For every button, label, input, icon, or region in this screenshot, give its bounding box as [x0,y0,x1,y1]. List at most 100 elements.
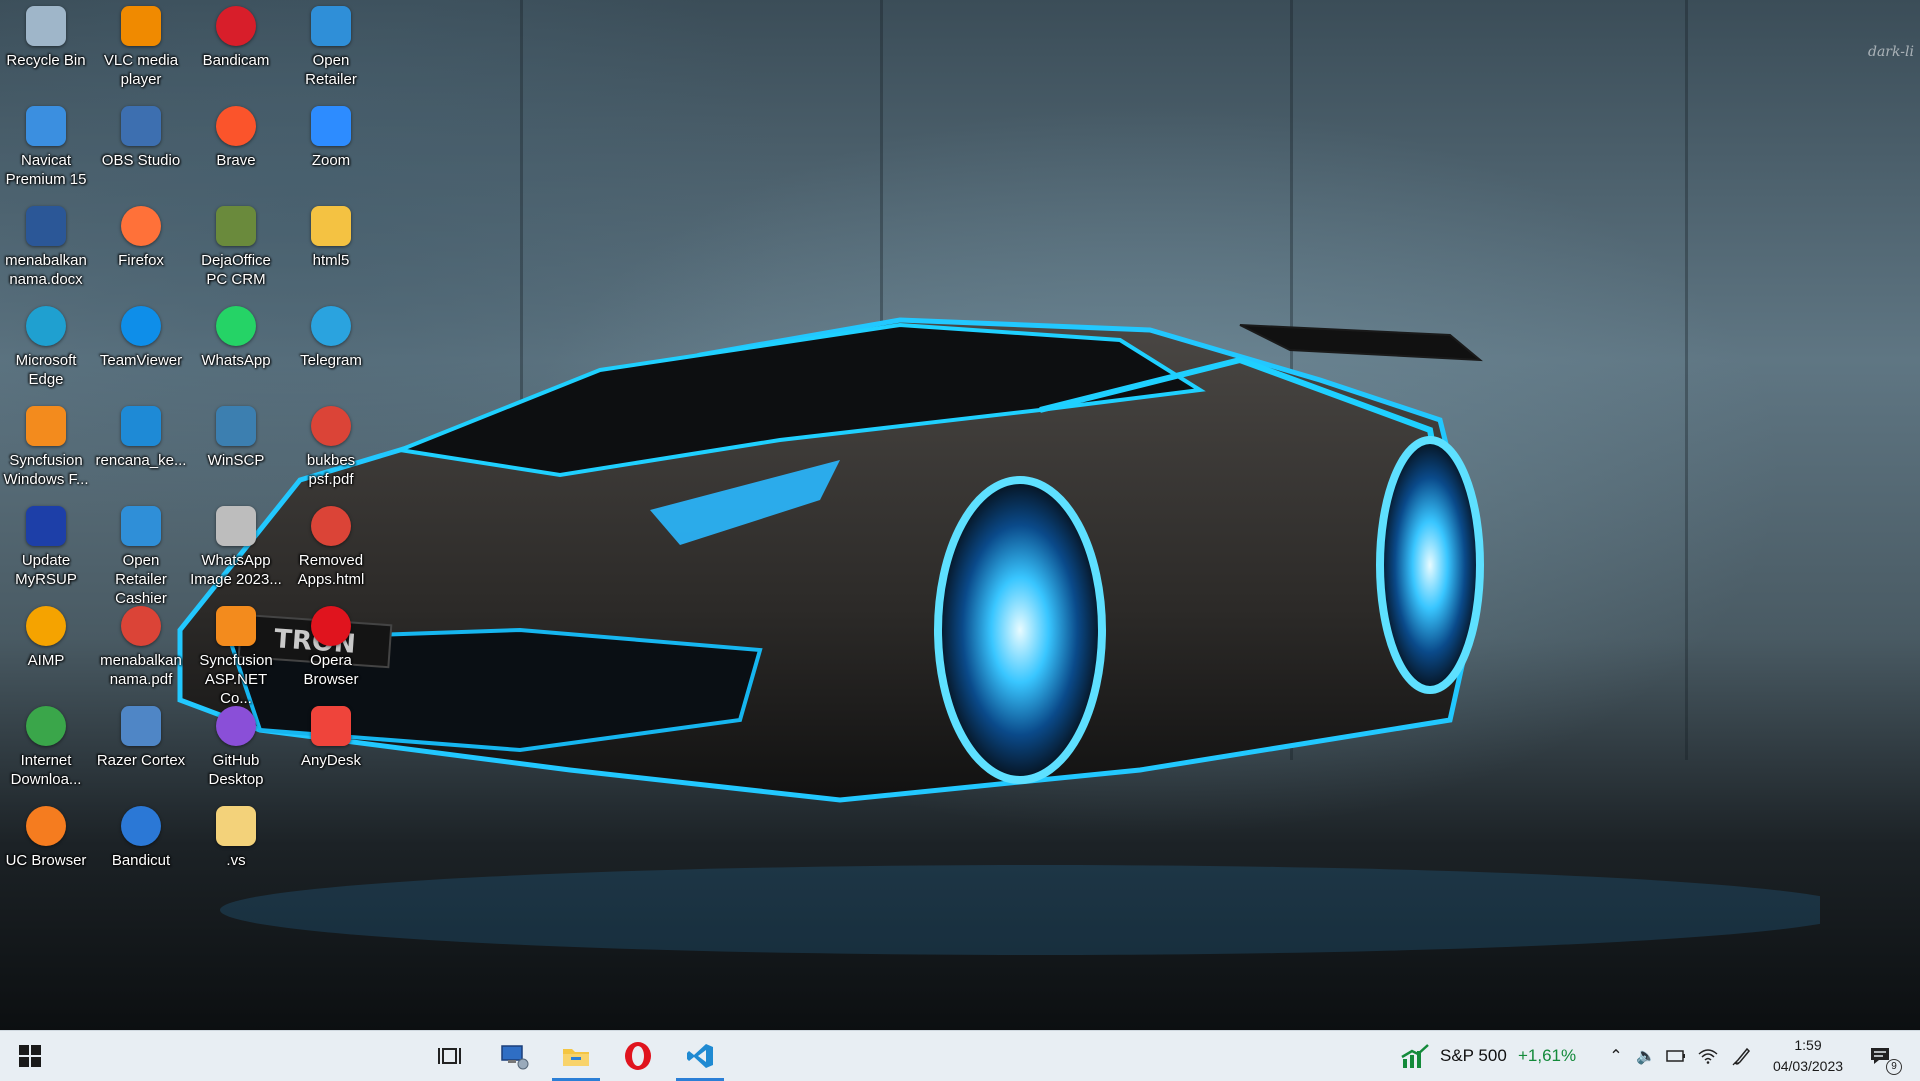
razer-cortex-icon [121,706,161,746]
bandicam-icon [216,6,256,46]
clock-time[interactable]: 1:59 [1768,1037,1848,1053]
desktop-icon[interactable]: VLC media player [95,2,187,89]
whatsapp-icon [216,306,256,346]
desktop-icon[interactable]: Internet Downloa... [0,702,92,789]
desktop-icon[interactable]: OBS Studio [95,102,187,170]
open-retailer-icon [311,6,351,46]
desktop-icon[interactable]: Syncfusion ASP.NET Co... [190,602,282,708]
stock-widget-button[interactable] [1398,1031,1432,1081]
taskbar: S&P 500 +1,61% ⌃ 🔈 1:59 04/03/2023 9 [0,1030,1920,1081]
desktop-icon-label: OBS Studio [101,152,181,169]
desktop-icon[interactable]: Open Retailer [285,2,377,89]
volume-button[interactable]: 🔈 [1632,1031,1660,1081]
desktop-icon[interactable]: WinSCP [190,402,282,470]
desktop-icon[interactable]: DejaOffice PC CRM [190,202,282,289]
desktop-icon[interactable]: Open Retailer Cashier [95,502,187,608]
desktop-icon-label: menabalkan nama.pdf [100,652,182,688]
desktop-icon[interactable]: .vs [190,802,282,870]
task-view-icon [438,1048,461,1064]
vscode-button[interactable] [672,1031,728,1081]
syncfusion-wf-icon [26,406,66,446]
obs-icon [121,106,161,146]
desktop-icon[interactable]: Opera Browser [285,602,377,689]
vscode-icon [687,1044,713,1068]
desktop-icon-label: Microsoft Edge [15,352,77,388]
word-document-icon [26,206,66,246]
desktop-icon[interactable]: Removed Apps.html [285,502,377,589]
desktop-icon-label: Bandicut [111,852,171,869]
desktop-icon[interactable]: Recycle Bin [0,2,92,70]
task-view-button[interactable] [422,1031,478,1081]
desktop-icon-label: html5 [312,252,350,269]
desktop-icon[interactable]: Telegram [285,302,377,370]
desktop-icon-label: Recycle Bin [6,52,86,69]
desktop-icon[interactable]: Bandicut [95,802,187,870]
anydesk-icon [311,706,351,746]
desktop-icon[interactable]: Navicat Premium 15 [0,102,92,189]
open-retailer-cashier-icon [121,506,161,546]
clock-date[interactable]: 04/03/2023 [1762,1058,1854,1074]
desktop-icon-label: Razer Cortex [96,752,186,769]
stock-widget-change[interactable]: +1,61% [1518,1046,1576,1066]
desktop-icon[interactable]: Microsoft Edge [0,302,92,389]
vscode-file-icon [121,406,161,446]
syncfusion-aspnet-icon [216,606,256,646]
stock-chart-icon [1401,1044,1429,1068]
desktop-icon-label: Navicat Premium 15 [5,152,87,188]
desktop-icon[interactable]: AnyDesk [285,702,377,770]
network-app-button[interactable] [486,1031,542,1081]
desktop-icon[interactable]: Syncfusion Windows F... [0,402,92,489]
wifi-button[interactable] [1694,1031,1722,1081]
brave-icon [216,106,256,146]
desktop-icon[interactable]: UC Browser [0,802,92,870]
desktop-icon[interactable]: WhatsApp Image 2023... [190,502,282,589]
desktop-icon[interactable]: bukbes psf.pdf [285,402,377,489]
desktop-icon-label: Opera Browser [303,652,359,688]
desktop-icon[interactable]: Bandicam [190,2,282,70]
desktop-icon[interactable]: Zoom [285,102,377,170]
speaker-icon: 🔈 [1636,1048,1656,1065]
myrsup-icon [26,506,66,546]
desktop-icon-label: Brave [216,152,256,169]
desktop-icon-label: Zoom [311,152,351,169]
desktop-icon-label: WinSCP [207,452,265,469]
desktop-icon[interactable]: WhatsApp [190,302,282,370]
desktop-icon[interactable]: Update MyRSUP [0,502,92,589]
desktop-icon-label: WhatsApp Image 2023... [190,552,282,588]
vlc-icon [121,6,161,46]
show-hidden-icons-button[interactable]: ⌃ [1602,1031,1630,1081]
chrome-html-icon [311,506,351,546]
desktop-icon[interactable]: Firefox [95,202,187,270]
desktop-icon-label: Internet Downloa... [10,752,82,788]
desktop: TRON dark-li Recycle Bin VLC media player… [0,0,1920,1030]
desktop-icon[interactable]: AIMP [0,602,92,670]
desktop-icon[interactable]: Razer Cortex [95,702,187,770]
pen-button[interactable] [1728,1031,1756,1081]
desktop-icon-label: Syncfusion ASP.NET Co... [199,652,273,707]
desktop-icon[interactable]: rencana_ke... [95,402,187,470]
desktop-icon-label: Bandicam [202,52,270,69]
desktop-icon[interactable]: Brave [190,102,282,170]
opera-button[interactable] [610,1031,666,1081]
battery-button[interactable] [1662,1031,1690,1081]
uc-browser-icon [26,806,66,846]
desktop-icon-label: rencana_ke... [95,452,187,469]
zoom-icon [311,106,351,146]
battery-icon [1666,1050,1685,1062]
desktop-icon-label: Removed Apps.html [297,552,365,588]
github-desktop-icon [216,706,256,746]
desktop-icon-label: UC Browser [5,852,87,869]
desktop-icon[interactable]: menabalkan nama.docx [0,202,92,289]
desktop-icon[interactable]: menabalkan nama.pdf [95,602,187,689]
wallpaper-watermark: dark-li [1868,44,1914,60]
desktop-icon-label: menabalkan nama.docx [5,252,87,288]
stock-widget-label[interactable]: S&P 500 [1440,1046,1507,1066]
teamviewer-icon [121,306,161,346]
start-button[interactable] [2,1031,58,1081]
file-explorer-icon [563,1049,589,1066]
desktop-icon[interactable]: html5 [285,202,377,270]
file-explorer-button[interactable] [548,1031,604,1081]
image-file-icon [216,506,256,546]
desktop-icon[interactable]: GitHub Desktop [190,702,282,789]
desktop-icon[interactable]: TeamViewer [95,302,187,370]
